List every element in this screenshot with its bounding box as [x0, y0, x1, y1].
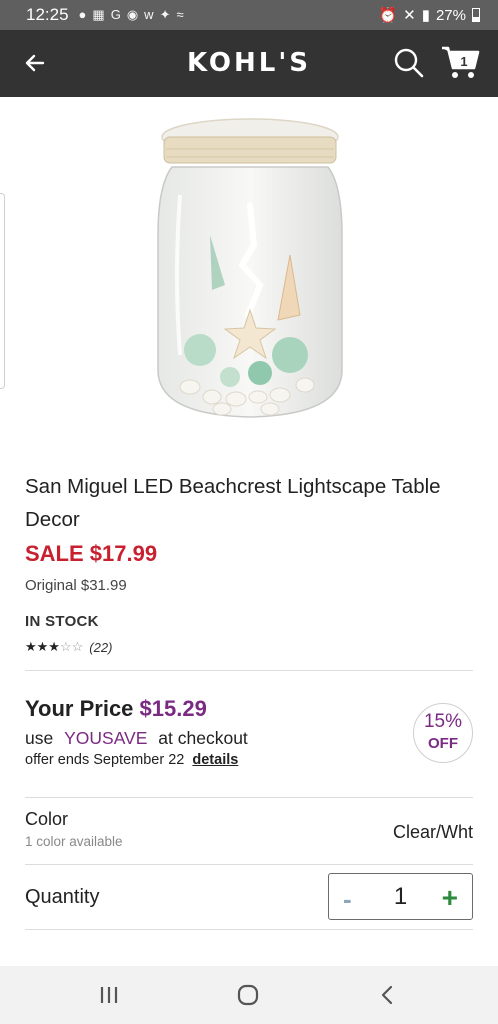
battery-icon	[472, 8, 480, 22]
cart-count-badge: 1	[460, 54, 468, 69]
mute-icon: ✕	[403, 7, 416, 24]
status-right: ⏰ ✕ ▮ 27%	[378, 6, 480, 24]
home-icon	[237, 984, 259, 1006]
system-nav-bar	[0, 966, 498, 1024]
offer-ends-text: offer ends September 22	[25, 752, 185, 768]
gallery-icon: ▦	[92, 7, 105, 22]
your-price: Your Price $15.29	[25, 696, 207, 722]
sale-price: SALE $17.99	[25, 541, 158, 566]
search-button[interactable]	[390, 44, 428, 82]
signal-icon: ▮	[421, 7, 430, 24]
your-price-value: $15.29	[139, 696, 207, 721]
cart-button[interactable]: 1	[440, 44, 484, 84]
chevron-left-icon	[381, 985, 393, 1005]
badge-off: OFF	[428, 735, 458, 752]
details-link[interactable]: details	[192, 752, 238, 768]
status-time: 12:25	[26, 5, 69, 24]
coupon-line: use YOUSAVE at checkout	[25, 728, 248, 749]
home-button[interactable]	[233, 980, 263, 1010]
battery-percent: 27%	[435, 6, 466, 24]
w-app-icon: w	[144, 7, 154, 22]
side-drawer-handle[interactable]	[0, 193, 5, 389]
discount-badge: 15% OFF	[413, 703, 473, 763]
rating[interactable]: ★★★☆☆ (22)	[25, 639, 112, 655]
offer-expiry: offer ends September 22 details	[25, 752, 238, 768]
star-rating-icon: ★★★☆☆	[25, 639, 84, 654]
game-icon: ✦	[159, 7, 171, 22]
product-image[interactable]	[150, 115, 350, 425]
nav-back-button[interactable]	[372, 980, 402, 1010]
recents-button[interactable]	[94, 980, 124, 1010]
divider	[25, 797, 473, 798]
divider	[25, 929, 473, 930]
stock-status: IN STOCK	[25, 613, 99, 630]
notification-icons: ● ▦ G ◉ w ✦ ≈	[79, 7, 184, 23]
original-price: Original $31.99	[25, 577, 127, 594]
alarm-icon: ⏰	[378, 7, 398, 24]
recents-icon	[100, 987, 118, 1003]
review-count: (22)	[89, 639, 113, 655]
search-icon	[394, 48, 424, 78]
color-value[interactable]: Clear/Wht	[393, 822, 473, 843]
badge-percent: 15%	[423, 711, 463, 732]
coupon-prefix: use	[25, 728, 54, 748]
divider	[25, 670, 473, 671]
pinterest-icon: ●	[78, 7, 87, 22]
google-icon: G	[110, 7, 121, 22]
app-header: KOHL'S 1	[0, 30, 498, 97]
quantity-label: Quantity	[25, 886, 100, 908]
wifi-calling-icon: ≈	[176, 7, 184, 22]
coupon-suffix: at checkout	[158, 728, 248, 748]
status-bar: 12:25 ● ▦ G ◉ w ✦ ≈ ⏰ ✕ ▮ 27%	[0, 0, 498, 30]
color-label: Color	[25, 809, 69, 829]
increment-button[interactable]: +	[442, 882, 458, 914]
divider	[25, 864, 473, 865]
quantity-stepper[interactable]: - 1 +	[328, 873, 473, 920]
product-title: San Miguel LED Beachcrest Lightscape Tab…	[25, 475, 441, 531]
messenger-icon: ◉	[126, 7, 139, 22]
coupon-code: YOUSAVE	[64, 728, 148, 748]
color-count: 1 color available	[25, 834, 123, 849]
your-price-label: Your Price	[25, 696, 134, 721]
